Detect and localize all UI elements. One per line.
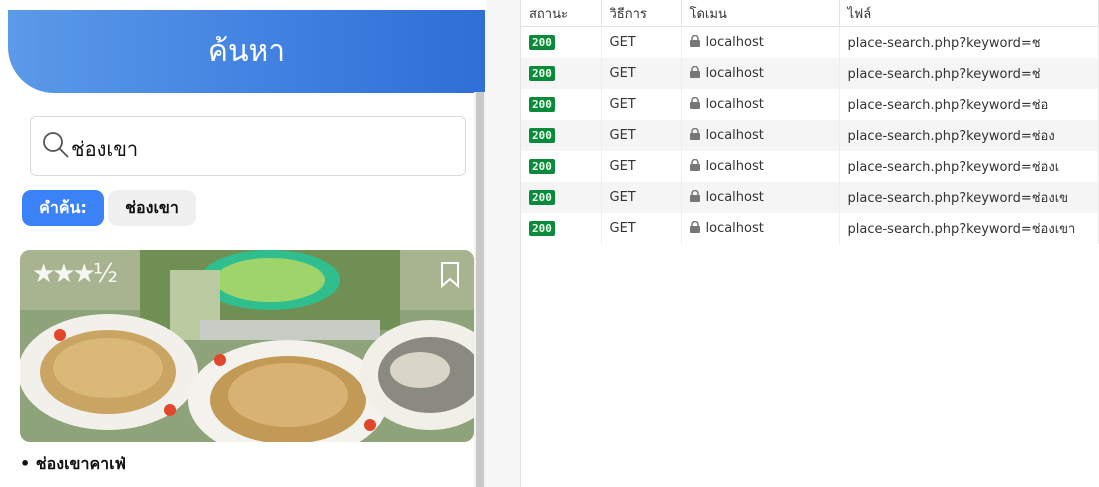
keyword-label-chip: คำค้น: — [22, 190, 104, 226]
file-cell: place-search.php?keyword=ช่อ — [839, 89, 1099, 120]
domain-cell: localhost — [681, 120, 840, 151]
status-badge: 200 — [529, 35, 555, 50]
domain-cell: localhost — [681, 89, 840, 120]
status-badge: 200 — [529, 159, 555, 174]
column-header-domain[interactable]: โดเมน — [681, 0, 840, 27]
domain-text: localhost — [705, 190, 764, 205]
network-request-table: สถานะ วิธีการ โดเมน ไฟล์ 200 GET localho… — [521, 0, 1099, 244]
scrollbar-thumb[interactable] — [476, 92, 484, 487]
file-cell: place-search.php?keyword=ช่องเขา — [839, 213, 1099, 244]
status-badge: 200 — [529, 190, 555, 205]
file-cell: place-search.php?keyword=ช่องเข — [839, 182, 1099, 213]
table-row[interactable]: 200 GET localhost place-search.php?keywo… — [521, 151, 1099, 182]
domain-text: localhost — [705, 128, 764, 143]
rating-stars: ★★★½ — [32, 259, 118, 289]
column-header-status[interactable]: สถานะ — [521, 0, 602, 27]
status-badge: 200 — [529, 97, 555, 112]
lock-icon — [689, 159, 700, 171]
page-header: ค้นหา — [8, 10, 485, 93]
file-cell: place-search.php?keyword=ช่องเ — [839, 151, 1099, 182]
domain-cell: localhost — [681, 151, 840, 182]
domain-cell: localhost — [681, 58, 840, 89]
lock-icon — [689, 97, 700, 109]
method-cell: GET — [601, 58, 682, 89]
app-panel: ค้นหา ช่องเขา คำค้น: ช่องเขา ★★★½ • ช่อง… — [0, 0, 486, 487]
table-header-row: สถานะ วิธีการ โดเมน ไฟล์ — [521, 0, 1099, 27]
table-row[interactable]: 200 GET localhost place-search.php?keywo… — [521, 26, 1099, 58]
lock-icon — [689, 190, 700, 202]
keyword-value: ช่องเขา — [125, 197, 179, 217]
table-row[interactable]: 200 GET localhost place-search.php?keywo… — [521, 213, 1099, 244]
method-cell: GET — [601, 213, 682, 244]
lock-icon — [689, 66, 700, 78]
place-name[interactable]: • ช่องเขาคาเฟ่ — [20, 452, 126, 477]
domain-text: localhost — [705, 35, 764, 50]
keyword-value-chip[interactable]: ช่องเขา — [108, 190, 196, 226]
method-cell: GET — [601, 120, 682, 151]
file-cell: place-search.php?keyword=ช่อง — [839, 120, 1099, 151]
method-cell: GET — [601, 89, 682, 120]
status-badge: 200 — [529, 66, 555, 81]
method-cell: GET — [601, 151, 682, 182]
method-cell: GET — [601, 182, 682, 213]
method-cell: GET — [601, 26, 682, 58]
search-input[interactable]: ช่องเขา — [30, 116, 466, 176]
domain-cell: localhost — [681, 26, 840, 58]
domain-text: localhost — [705, 66, 764, 81]
keyword-label: คำค้น: — [39, 197, 87, 217]
domain-cell: localhost — [681, 213, 840, 244]
status-badge: 200 — [529, 221, 555, 236]
column-header-file[interactable]: ไฟล์ — [839, 0, 1099, 27]
column-header-method[interactable]: วิธีการ — [601, 0, 682, 27]
table-row[interactable]: 200 GET localhost place-search.php?keywo… — [521, 89, 1099, 120]
lock-icon — [689, 128, 700, 140]
page-title: ค้นหา — [207, 34, 286, 69]
search-value: ช่องเขา — [71, 137, 139, 161]
file-cell: place-search.php?keyword=ช — [839, 26, 1099, 58]
lock-icon — [689, 221, 700, 233]
status-badge: 200 — [529, 128, 555, 143]
network-gutter — [486, 0, 521, 487]
table-row[interactable]: 200 GET localhost place-search.php?keywo… — [521, 182, 1099, 213]
domain-text: localhost — [705, 221, 764, 236]
table-row[interactable]: 200 GET localhost place-search.php?keywo… — [521, 120, 1099, 151]
search-icon — [43, 132, 69, 158]
table-row[interactable]: 200 GET localhost place-search.php?keywo… — [521, 58, 1099, 89]
bookmark-icon[interactable] — [440, 262, 460, 288]
file-cell: place-search.php?keyword=ช่ — [839, 58, 1099, 89]
domain-text: localhost — [705, 159, 764, 174]
domain-cell: localhost — [681, 182, 840, 213]
domain-text: localhost — [705, 97, 764, 112]
lock-icon — [689, 35, 700, 47]
